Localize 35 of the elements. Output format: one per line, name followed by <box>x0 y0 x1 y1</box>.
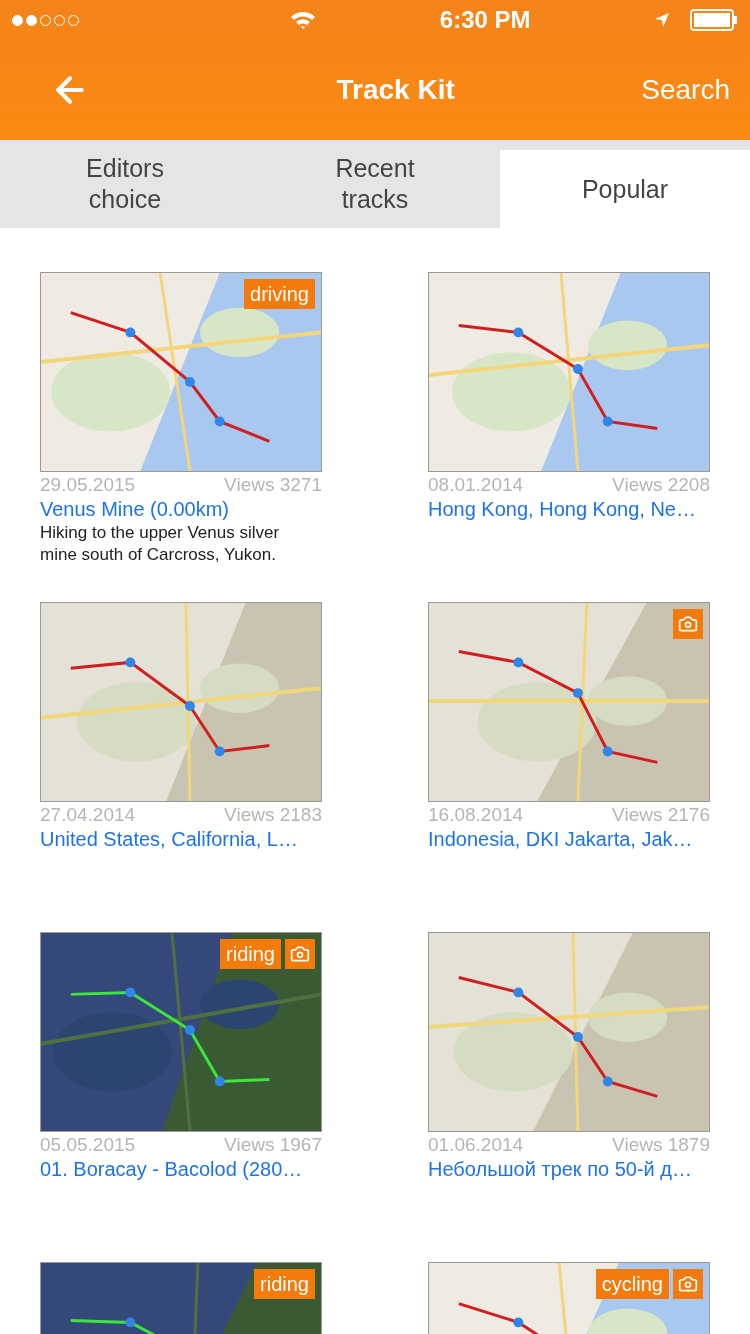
view-count: Views 2183 <box>224 804 322 826</box>
view-count: Views 3271 <box>224 474 322 496</box>
tab[interactable]: Recent tracks <box>250 140 500 228</box>
camera-icon <box>285 939 315 969</box>
activity-tag: riding <box>254 1269 315 1299</box>
track-date: 08.01.2014 <box>428 474 524 496</box>
view-count: Views 1967 <box>224 1134 322 1156</box>
track-title[interactable]: Indonesia, DKI Jakarta, Jak… <box>428 826 710 852</box>
track-date: 01.06.2014 <box>428 1134 524 1156</box>
battery-icon <box>689 9 738 31</box>
track-title[interactable]: United States, California, L… <box>40 826 322 852</box>
location-arrow-icon <box>653 12 670 28</box>
view-count: Views 2208 <box>612 474 710 496</box>
search-button[interactable]: Search <box>641 69 730 111</box>
status-time: 6:30 PM <box>439 5 531 35</box>
camera-icon <box>673 1269 703 1299</box>
view-count: Views 1879 <box>612 1134 710 1156</box>
view-count: Views 2176 <box>612 804 710 826</box>
tab[interactable]: Editors choice <box>0 140 250 228</box>
wifi-icon <box>290 10 317 30</box>
nav-title: Track Kit <box>336 73 455 107</box>
track-date: 29.05.2015 <box>40 474 136 496</box>
track-date: 05.05.2015 <box>40 1134 136 1156</box>
track-title[interactable]: Небольшой трек по 50-й д… <box>428 1156 710 1182</box>
track-title[interactable]: 01. Boracay - Bacolod (280… <box>40 1156 322 1182</box>
camera-icon <box>673 609 703 639</box>
track-title[interactable]: Venus Mine (0.00km) <box>40 496 322 522</box>
track-description: Hiking to the upper Venus silver mine south of Carcross, Yukon. <box>40 522 281 566</box>
activity-tag: driving <box>244 279 315 309</box>
track-date: 27.04.2014 <box>40 804 136 826</box>
activity-tag: cycling <box>595 1269 669 1299</box>
tab[interactable]: Popular <box>500 150 750 228</box>
track-title[interactable]: Hong Kong, Hong Kong, Ne… <box>428 496 710 522</box>
activity-tag: riding <box>220 939 281 969</box>
track-date: 16.08.2014 <box>428 804 524 826</box>
